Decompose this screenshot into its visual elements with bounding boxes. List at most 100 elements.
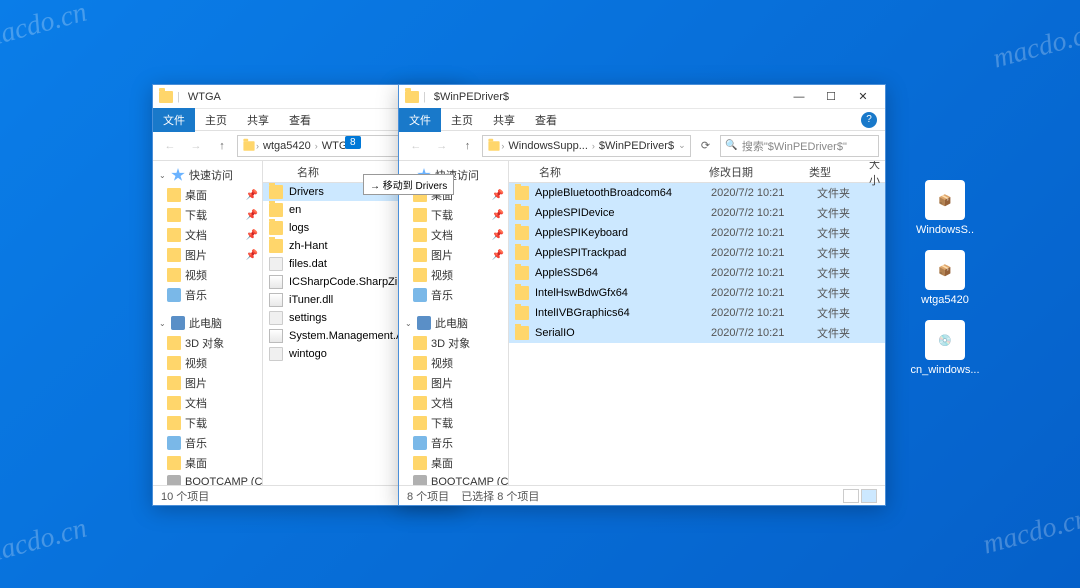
folder-icon [515, 246, 529, 260]
file-type: 文件夹 [817, 305, 877, 321]
nav-item[interactable]: 下载📌 [399, 205, 508, 225]
nav-item[interactable]: 视频 [153, 353, 262, 373]
breadcrumb-seg[interactable]: $WinPEDriver$ [595, 140, 678, 152]
nav-item[interactable]: 视频 [399, 353, 508, 373]
nav-up-button[interactable]: ↑ [457, 135, 479, 157]
breadcrumb[interactable]: ›WindowsSupp... ›$WinPEDriver$ ⌄ [482, 135, 690, 157]
nav-item[interactable]: 视频 [153, 265, 262, 285]
item-count: 10 个项目 [161, 488, 209, 504]
desktop-icon[interactable]: 📦WindowsS.. [910, 180, 980, 236]
breadcrumb-seg[interactable]: wtga5420 [259, 140, 315, 152]
nav-item[interactable]: 音乐 [153, 433, 262, 453]
nav-item[interactable]: 下载 [399, 413, 508, 433]
file-row[interactable]: IntelIVBGraphics642020/7/2 10:21文件夹 [509, 303, 885, 323]
desktop-icon[interactable]: 💿 cn_windows... [910, 320, 980, 376]
refresh-button[interactable]: ⟳ [695, 135, 717, 157]
nav-this-pc[interactable]: ⌄此电脑 [153, 313, 262, 333]
file-list[interactable]: 名称 修改日期 类型 大小 AppleBluetoothBroadcom6420… [509, 161, 885, 485]
desktop-icon[interactable]: 📦 wtga5420 [910, 250, 980, 306]
nav-back-button[interactable]: ← [405, 135, 427, 157]
minimize-button[interactable]: — [783, 85, 815, 109]
file-row[interactable]: IntelHswBdwGfx642020/7/2 10:21文件夹 [509, 283, 885, 303]
nav-item[interactable]: BOOTCAMP (C: [153, 473, 262, 485]
drag-tooltip: 移动到 Drivers [363, 174, 454, 195]
ribbon-tab-file[interactable]: 文件 [153, 108, 195, 132]
file-type: 文件夹 [817, 245, 877, 261]
nav-item[interactable]: 文档📌 [153, 225, 262, 245]
view-switcher[interactable] [843, 489, 877, 503]
nav-fwd-button[interactable]: → [431, 135, 453, 157]
ribbon: 文件 主页 共享 查看 ? [399, 109, 885, 131]
ribbon-tab-share[interactable]: 共享 [237, 108, 279, 132]
folder-icon [515, 266, 529, 280]
archive-icon: 📦 [925, 250, 965, 290]
ribbon-tab-home[interactable]: 主页 [195, 108, 237, 132]
nav-item[interactable]: 桌面📌 [153, 185, 262, 205]
nav-item[interactable]: 音乐 [399, 433, 508, 453]
file-row[interactable]: AppleSPIDevice2020/7/2 10:21文件夹 [509, 203, 885, 223]
nav-item[interactable]: 音乐 [399, 285, 508, 305]
desktop-icon-label: wtga5420 [921, 294, 969, 306]
folder-icon [269, 185, 283, 199]
ribbon-tab-home[interactable]: 主页 [441, 108, 483, 132]
nav-item[interactable]: 桌面 [153, 453, 262, 473]
file-date: 2020/7/2 10:21 [711, 287, 811, 299]
nav-item[interactable]: 3D 对象 [153, 333, 262, 353]
column-headers[interactable]: 名称 修改日期 类型 大小 [509, 161, 885, 183]
nav-quick-access[interactable]: ⌄快速访问 [153, 165, 262, 185]
help-button[interactable]: ? [861, 112, 877, 128]
drag-badge: 8 [345, 136, 361, 148]
ribbon-tab-view[interactable]: 查看 [279, 108, 321, 132]
nav-item[interactable]: 下载 [153, 413, 262, 433]
file-row[interactable]: AppleBluetoothBroadcom642020/7/2 10:21文件… [509, 183, 885, 203]
nav-item[interactable]: 文档 [153, 393, 262, 413]
ribbon-tab-file[interactable]: 文件 [399, 108, 441, 132]
file-icon [269, 311, 283, 325]
nav-item[interactable]: 图片📌 [153, 245, 262, 265]
titlebar[interactable]: | $WinPEDriver$ — ☐ ✕ [399, 85, 885, 109]
file-type: 文件夹 [817, 265, 877, 281]
folder-icon [269, 203, 283, 217]
nav-this-pc[interactable]: ⌄此电脑 [399, 313, 508, 333]
close-button[interactable]: ✕ [847, 85, 879, 109]
nav-up-button[interactable]: ↑ [211, 135, 233, 157]
nav-item[interactable]: 图片 [153, 373, 262, 393]
file-row[interactable]: AppleSPIKeyboard2020/7/2 10:21文件夹 [509, 223, 885, 243]
nav-item[interactable]: 音乐 [153, 285, 262, 305]
nav-fwd-button[interactable]: → [185, 135, 207, 157]
file-icon [269, 257, 283, 271]
status-bar: 8 个项目 已选择 8 个项目 [399, 485, 885, 505]
nav-item[interactable]: 桌面 [399, 453, 508, 473]
folder-icon [515, 326, 529, 340]
maximize-button[interactable]: ☐ [815, 85, 847, 109]
file-row[interactable]: SerialIO2020/7/2 10:21文件夹 [509, 323, 885, 343]
disc-icon: 💿 [925, 320, 965, 360]
file-date: 2020/7/2 10:21 [711, 327, 811, 339]
ribbon-tab-share[interactable]: 共享 [483, 108, 525, 132]
folder-icon [489, 141, 500, 151]
nav-item[interactable]: 文档 [399, 393, 508, 413]
ribbon-tab-view[interactable]: 查看 [525, 108, 567, 132]
nav-item[interactable]: 视频 [399, 265, 508, 285]
nav-item[interactable]: 图片📌 [399, 245, 508, 265]
nav-item[interactable]: 文档📌 [399, 225, 508, 245]
folder-icon [515, 306, 529, 320]
nav-item[interactable]: 图片 [399, 373, 508, 393]
file-date: 2020/7/2 10:21 [711, 207, 811, 219]
nav-item[interactable]: 3D 对象 [399, 333, 508, 353]
file-date: 2020/7/2 10:21 [711, 267, 811, 279]
file-row[interactable]: AppleSPITrackpad2020/7/2 10:21文件夹 [509, 243, 885, 263]
file-type: 文件夹 [817, 205, 877, 221]
nav-item[interactable]: BOOTCAMP (C: [399, 473, 508, 485]
watermark: macdo.cn [0, 0, 90, 55]
watermark: macdo.cn [0, 513, 90, 572]
nav-item[interactable]: 下载📌 [153, 205, 262, 225]
search-input[interactable]: 搜索"$WinPEDriver$" [720, 135, 879, 157]
breadcrumb-seg[interactable]: WindowsSupp... [504, 140, 591, 152]
file-date: 2020/7/2 10:21 [711, 307, 811, 319]
window-title: $WinPEDriver$ [434, 91, 509, 103]
nav-back-button[interactable]: ← [159, 135, 181, 157]
desktop-icon-label: cn_windows... [910, 364, 979, 376]
file-icon [269, 347, 283, 361]
file-row[interactable]: AppleSSD642020/7/2 10:21文件夹 [509, 263, 885, 283]
